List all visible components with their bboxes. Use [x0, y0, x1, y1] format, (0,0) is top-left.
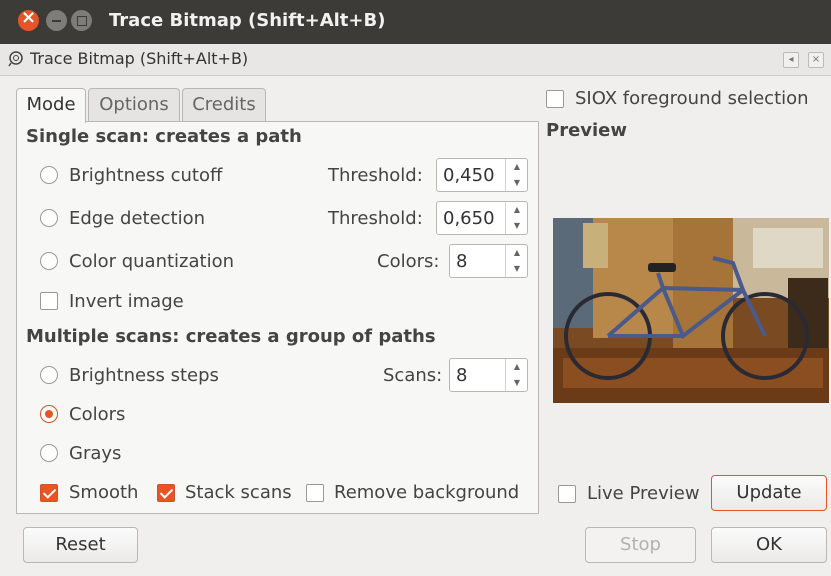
preview-heading: Preview — [546, 120, 628, 141]
spin-down-icon[interactable]: ▼ — [506, 261, 528, 277]
brightness-cutoff-radio[interactable] — [40, 166, 58, 184]
edge-detection-label: Edge detection — [69, 208, 206, 229]
spin-down-icon[interactable]: ▼ — [506, 375, 528, 391]
trace-bitmap-icon — [8, 49, 26, 71]
brightness-threshold-label: Threshold: — [328, 165, 423, 186]
trace-preview-image — [553, 218, 829, 403]
color-quantization-radio[interactable] — [40, 252, 58, 270]
dock-title: Trace Bitmap (Shift+Alt+B) — [30, 49, 249, 68]
colors-count-spinbox[interactable]: 8 ▲ ▼ — [449, 244, 528, 278]
colors-count-label: Colors: — [377, 251, 440, 272]
brightness-threshold-value: 0,450 — [443, 165, 495, 186]
spin-up-icon[interactable]: ▲ — [506, 202, 528, 218]
scans-count-value: 8 — [456, 365, 468, 386]
live-preview-label: Live Preview — [587, 483, 700, 504]
scans-count-spinbox[interactable]: 8 ▲ ▼ — [449, 358, 528, 392]
stop-button[interactable]: Stop — [585, 527, 696, 563]
scans-count-label: Scans: — [383, 365, 443, 386]
single-scan-heading: Single scan: creates a path — [26, 126, 302, 147]
dock-close-icon[interactable]: × — [808, 52, 824, 68]
invert-image-label: Invert image — [69, 291, 184, 312]
edge-detection-radio[interactable] — [40, 209, 58, 227]
brightness-steps-radio[interactable] — [40, 366, 58, 384]
brightness-cutoff-label: Brightness cutoff — [69, 165, 223, 186]
tab-credits[interactable]: Credits — [182, 88, 266, 122]
multiple-scans-heading: Multiple scans: creates a group of paths — [26, 326, 436, 347]
reset-button[interactable]: Reset — [23, 527, 138, 563]
siox-checkbox[interactable] — [546, 90, 564, 108]
color-quantization-label: Color quantization — [69, 251, 235, 272]
grays-radio[interactable] — [40, 444, 58, 462]
stack-scans-checkbox[interactable] — [157, 484, 175, 502]
colors-count-value: 8 — [456, 251, 468, 272]
smooth-label: Smooth — [69, 482, 139, 503]
siox-label: SIOX foreground selection — [575, 88, 809, 109]
smooth-checkbox[interactable] — [40, 484, 58, 502]
brightness-threshold-spinbox[interactable]: 0,450 ▲ ▼ — [436, 158, 528, 192]
remove-background-checkbox[interactable] — [306, 484, 324, 502]
grays-label: Grays — [69, 443, 122, 464]
edge-threshold-spinbox[interactable]: 0,650 ▲ ▼ — [436, 201, 528, 235]
window-maximize-button[interactable] — [71, 10, 92, 31]
dock-header: Trace Bitmap (Shift+Alt+B) ◂ × — [0, 44, 831, 76]
live-preview-checkbox[interactable] — [558, 485, 576, 503]
edge-threshold-value: 0,650 — [443, 208, 495, 229]
window-close-button[interactable] — [18, 7, 39, 31]
window-titlebar: Trace Bitmap (Shift+Alt+B) — [0, 0, 831, 44]
spin-up-icon[interactable]: ▲ — [506, 245, 528, 261]
stack-scans-label: Stack scans — [185, 482, 292, 503]
window-title: Trace Bitmap (Shift+Alt+B) — [109, 10, 386, 31]
dock-collapse-icon[interactable]: ◂ — [783, 52, 799, 68]
edge-threshold-label: Threshold: — [328, 208, 423, 229]
window-minimize-button[interactable] — [46, 10, 67, 31]
invert-image-checkbox[interactable] — [40, 292, 58, 310]
spin-up-icon[interactable]: ▲ — [506, 359, 528, 375]
colors-radio[interactable] — [40, 405, 58, 423]
remove-background-label: Remove background — [334, 482, 520, 503]
spin-down-icon[interactable]: ▼ — [506, 175, 528, 191]
tab-options[interactable]: Options — [88, 88, 180, 122]
update-button[interactable]: Update — [711, 475, 827, 511]
colors-label: Colors — [69, 404, 126, 425]
ok-button[interactable]: OK — [711, 527, 827, 563]
brightness-steps-label: Brightness steps — [69, 365, 219, 386]
spin-down-icon[interactable]: ▼ — [506, 218, 528, 234]
spin-up-icon[interactable]: ▲ — [506, 159, 528, 175]
tab-mode[interactable]: Mode — [16, 88, 86, 123]
